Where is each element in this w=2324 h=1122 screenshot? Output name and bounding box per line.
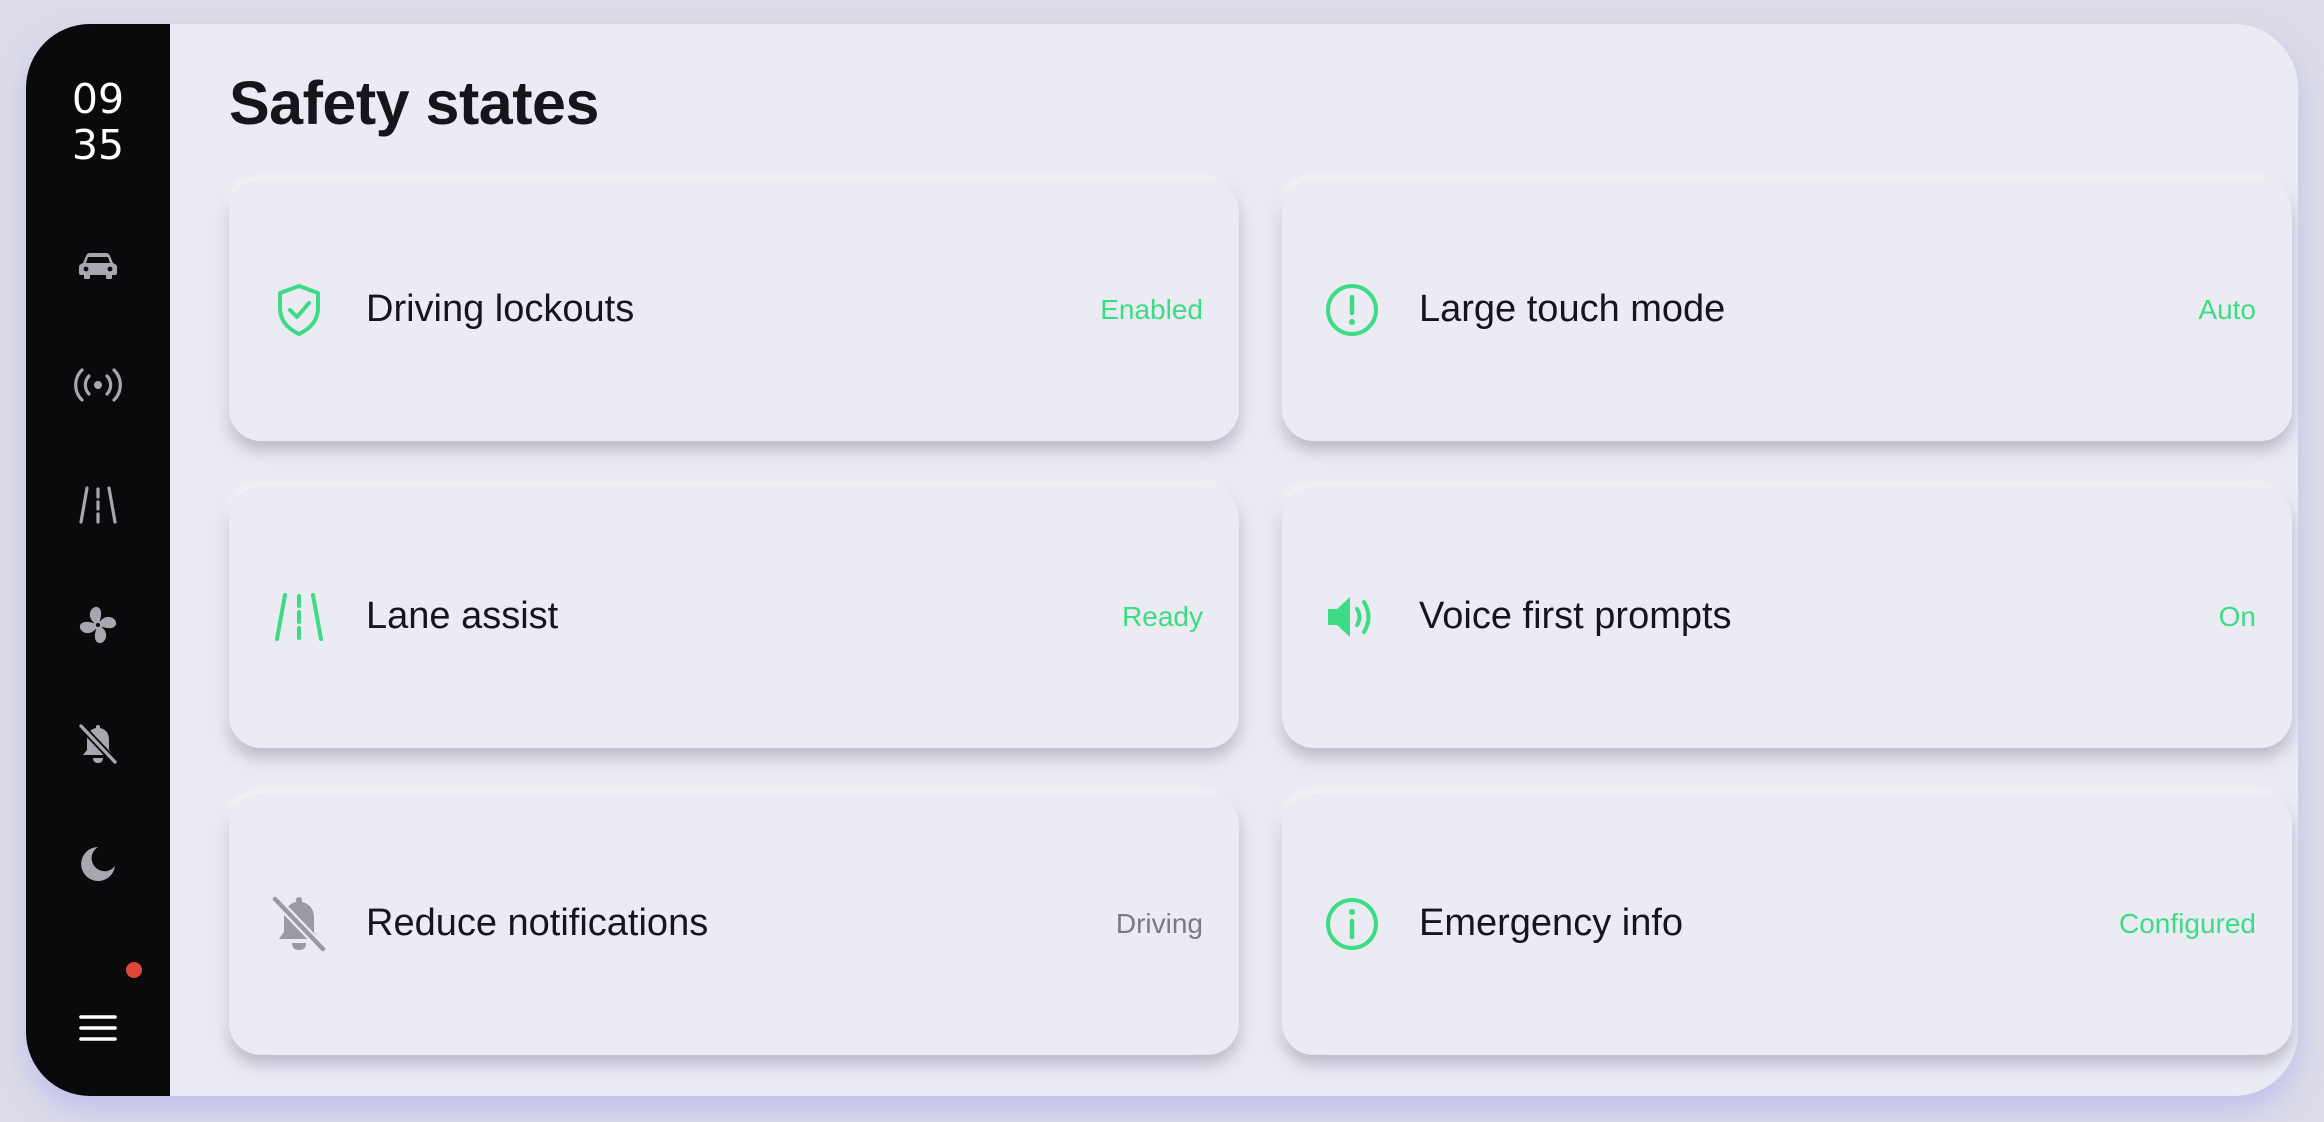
bell-off-icon: [77, 722, 119, 766]
clock-minutes: 35: [71, 121, 125, 169]
moon-icon: [81, 847, 115, 881]
card-lane-assist[interactable]: Lane assist Ready: [229, 487, 1239, 748]
sidebar-rail: 09 35: [26, 24, 170, 1096]
rail-menu-button[interactable]: [58, 988, 138, 1068]
bell-off-icon: [270, 894, 328, 954]
lane-icon: [275, 593, 323, 641]
rail-notifications-button[interactable]: [58, 704, 138, 784]
broadcast-icon: [74, 368, 122, 402]
status-value: Driving: [1115, 908, 1203, 939]
lane-icon: [79, 486, 117, 524]
card-label: Large touch mode: [1419, 288, 1726, 330]
car-icon: [79, 253, 117, 279]
card-label: Lane assist: [366, 595, 559, 637]
rail-fan-button[interactable]: [58, 585, 138, 665]
alert-circle-icon: [1326, 284, 1378, 336]
status-value: On: [2218, 601, 2256, 632]
app-window: 09 35 Safety states Driving lockouts Ena…: [26, 24, 2298, 1096]
card-label: Reduce notifications: [366, 902, 709, 944]
card-voice-first-prompts[interactable]: Voice first prompts On: [1282, 487, 2292, 748]
menu-notification-badge: [126, 962, 142, 978]
speaker-icon: [1328, 597, 1371, 637]
card-icon-wrap: [1322, 587, 1382, 647]
card-label: Driving lockouts: [366, 288, 635, 330]
card-icon-wrap: [269, 894, 329, 954]
fan-icon: [80, 606, 116, 644]
status-value: Enabled: [1100, 294, 1203, 325]
clock-hours: 09: [71, 75, 125, 123]
status-value: Ready: [1122, 601, 1203, 632]
card-emergency-info[interactable]: Emergency info Configured: [1282, 794, 2292, 1055]
info-circle-icon: [1326, 898, 1378, 950]
card-large-touch-mode[interactable]: Large touch mode Auto: [1282, 180, 2292, 441]
card-icon-wrap: [269, 587, 329, 647]
rail-night-mode-button[interactable]: [58, 824, 138, 904]
status-value: Auto: [2198, 294, 2256, 325]
card-reduce-notifications[interactable]: Reduce notifications Driving: [229, 794, 1239, 1055]
clock: 09 35: [26, 76, 170, 168]
rail-broadcast-button[interactable]: [58, 345, 138, 425]
shield-check-icon: [278, 284, 320, 336]
status-value: Configured: [2119, 908, 2256, 939]
card-icon-wrap: [1322, 280, 1382, 340]
card-label: Emergency info: [1419, 902, 1684, 944]
card-driving-lockouts[interactable]: Driving lockouts Enabled: [229, 180, 1239, 441]
card-icon-wrap: [269, 280, 329, 340]
rail-car-button[interactable]: [58, 226, 138, 306]
menu-icon: [79, 1015, 117, 1041]
page-title: Safety states: [229, 69, 599, 137]
card-icon-wrap: [1322, 894, 1382, 954]
card-label: Voice first prompts: [1419, 595, 1732, 637]
rail-lane-button[interactable]: [58, 465, 138, 545]
